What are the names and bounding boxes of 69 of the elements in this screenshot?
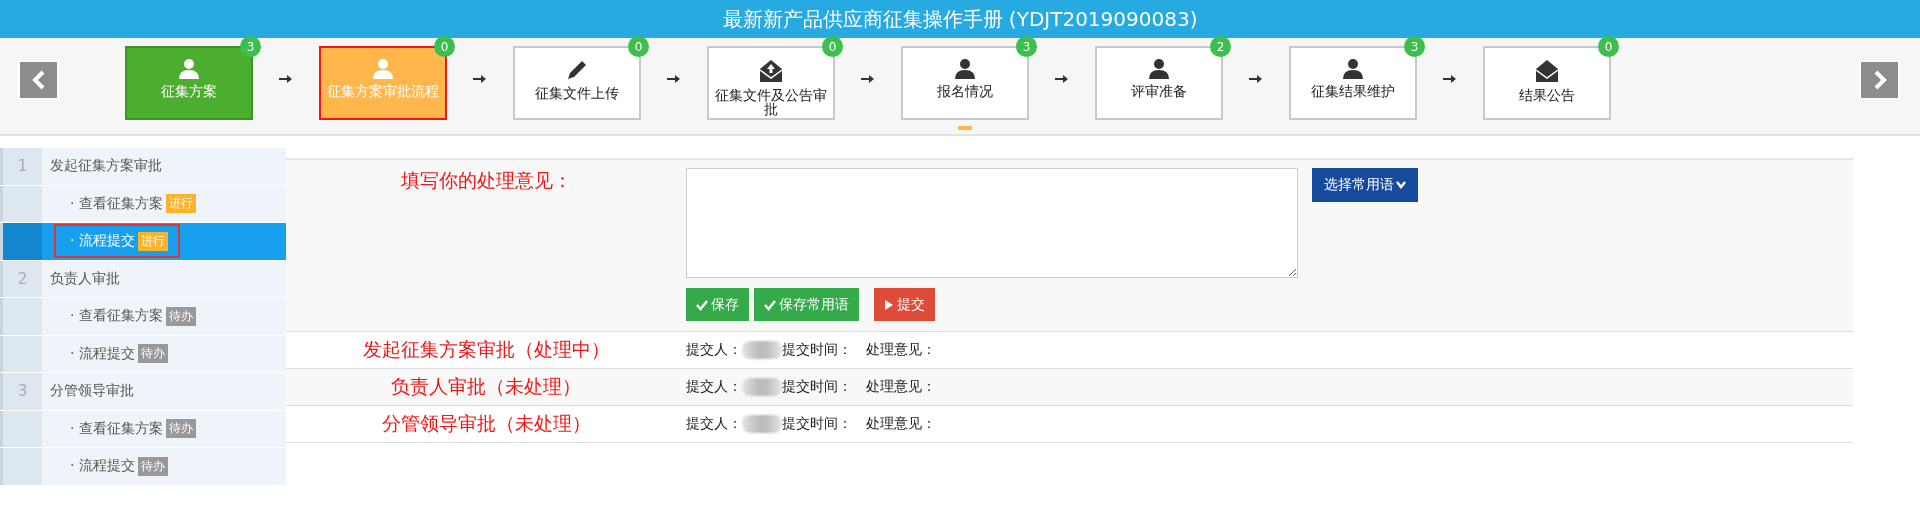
pencil-icon <box>565 58 589 82</box>
blurred-name <box>742 341 782 359</box>
window-title: 最新新产品供应商征集操作手册 (YDJT2019090083) <box>722 5 1198 33</box>
status-badge: 待办 <box>137 456 168 476</box>
user-icon <box>954 58 976 80</box>
user-icon <box>1148 58 1170 80</box>
next-button[interactable] <box>1859 60 1900 100</box>
row-gutter <box>0 410 42 447</box>
user-icon <box>178 58 200 80</box>
time-label: 提交时间： <box>782 378 852 396</box>
step-label: 评审准备 <box>1130 84 1188 98</box>
chevron-left-icon <box>31 70 46 90</box>
envelope-icon <box>1534 58 1560 84</box>
arrow-icon <box>279 74 293 84</box>
check-icon <box>764 298 776 311</box>
check-icon <box>696 298 708 311</box>
arrow-icon <box>861 74 875 84</box>
previous-button[interactable] <box>18 60 59 100</box>
step-label: 征集文件上传 <box>534 86 620 100</box>
step-label: 征集文件及公告审批 <box>714 88 828 116</box>
group-title: 发起征集方案审批 <box>49 156 162 176</box>
chevron-right-icon <box>1872 70 1887 90</box>
opinion-label: 处理意见： <box>866 415 936 433</box>
chevron-down-icon <box>1396 181 1406 189</box>
group-title: 分管领导审批 <box>49 381 134 401</box>
arrow-icon <box>473 74 487 84</box>
step-label: 征集方案审批流程 <box>326 84 440 98</box>
row-gutter <box>0 335 42 372</box>
submitter-label: 提交人： <box>686 341 742 359</box>
group-title: 负责人审批 <box>49 268 120 288</box>
submitter-label: 提交人： <box>686 378 742 396</box>
opinion-field[interactable] <box>686 168 1298 278</box>
play-icon <box>884 298 894 311</box>
stage-label: 分管领导审批（未处理） <box>381 411 591 436</box>
step-number: 1 <box>0 148 42 185</box>
step-label: 征集方案 <box>160 84 218 98</box>
opinion-label: 处理意见： <box>866 378 936 396</box>
status-badge: 待办 <box>137 344 168 364</box>
stage-label: 发起征集方案审批（处理中） <box>362 337 610 362</box>
opinion-label: 处理意见： <box>866 341 936 359</box>
row-gutter <box>0 223 42 260</box>
status-badge: 进行 <box>165 194 196 214</box>
row-gutter <box>0 298 42 335</box>
status-badge: 待办 <box>165 306 196 326</box>
phrase-dropdown-button[interactable]: 选择常用语 <box>1312 168 1418 202</box>
submit-button[interactable]: 提交 <box>874 288 935 321</box>
time-label: 提交时间： <box>782 415 852 433</box>
stage-label: 负责人审批（未处理） <box>391 374 581 399</box>
row-gutter <box>0 185 42 222</box>
step-label: 征集结果维护 <box>1310 84 1396 98</box>
user-icon <box>372 58 394 80</box>
arrow-icon <box>667 74 681 84</box>
status-badge: 进行 <box>137 231 168 251</box>
arrow-icon <box>1249 74 1263 84</box>
step-label: 结果公告 <box>1518 88 1576 102</box>
submitter-label: 提交人： <box>686 415 742 433</box>
row-gutter <box>0 448 42 485</box>
blurred-name <box>742 415 782 433</box>
step-number: 2 <box>0 260 42 297</box>
step-label: 报名情况 <box>936 84 994 98</box>
blurred-name <box>742 378 782 396</box>
form-label: 填写你的处理意见： <box>400 168 572 193</box>
arrow-icon <box>1055 74 1069 84</box>
user-icon <box>1342 58 1364 80</box>
envelope-upload-icon <box>758 58 784 84</box>
status-badge: 待办 <box>165 419 196 439</box>
arrow-icon <box>1443 74 1457 84</box>
step-number: 3 <box>0 373 42 410</box>
time-label: 提交时间： <box>782 341 852 359</box>
